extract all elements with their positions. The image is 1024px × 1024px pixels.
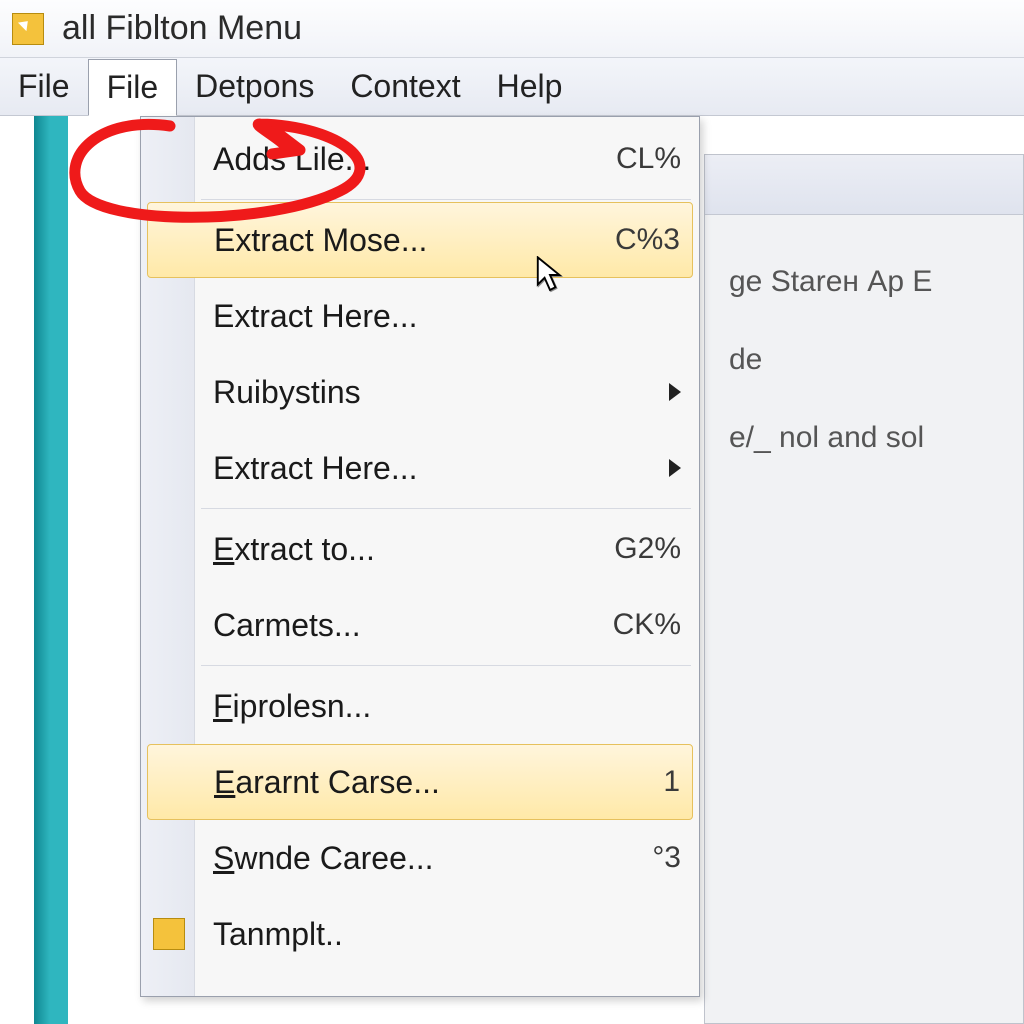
menu-separator	[201, 199, 691, 200]
right-pane-line: ge Stareн Ap E	[729, 243, 1013, 321]
menu-file-2[interactable]: File	[88, 59, 178, 116]
menu-context[interactable]: Context	[332, 58, 478, 115]
menu-help[interactable]: Help	[479, 58, 581, 115]
client-area: ge Stareн Ap E de e/_ nol and sol Adds L…	[68, 116, 1024, 1024]
client-area-wrap: ge Stareн Ap E de e/_ nol and sol Adds L…	[34, 116, 1024, 1024]
right-pane-line: e/_ nol and sol	[729, 399, 1013, 477]
app-icon	[12, 13, 44, 45]
menubar: File File Detpons Context Help	[0, 58, 1024, 116]
menu-item-extract-here-2[interactable]: Extract Here...	[143, 430, 697, 506]
menu-item-eararnt-carse[interactable]: Eararnt Carse... 1	[147, 744, 693, 820]
menu-item-swnde-caree[interactable]: Swnde Caree... °3	[143, 820, 697, 896]
menu-separator	[201, 508, 691, 509]
menu-item-icon	[153, 918, 185, 950]
window-title: all Fiblton Menu	[62, 9, 302, 48]
menu-item-fiprolesn[interactable]: Fiprolesn...	[143, 668, 697, 744]
menu-item-carmets[interactable]: Carmets... CK%	[143, 587, 697, 663]
right-pane: ge Stareн Ap E de e/_ nol and sol	[704, 154, 1024, 1024]
app-window: all Fiblton Menu File File Detpons Conte…	[0, 0, 1024, 1024]
menu-item-adds-file[interactable]: Adds Lile... CL%	[143, 121, 697, 197]
right-pane-header	[705, 155, 1023, 215]
menu-separator	[201, 665, 691, 666]
submenu-arrow-icon	[669, 459, 681, 477]
titlebar: all Fiblton Menu	[0, 0, 1024, 58]
menu-detpons[interactable]: Detpons	[177, 58, 332, 115]
menu-file-1[interactable]: File	[0, 58, 88, 115]
menu-item-tanmplt[interactable]: Tanmplt..	[143, 896, 697, 972]
menu-item-extract-here-1[interactable]: Extract Here...	[143, 278, 697, 354]
menu-item-extract-to[interactable]: Extract to... G2%	[143, 511, 697, 587]
file-dropdown-menu: Adds Lile... CL% Extract Mose... C%3 Ext…	[140, 116, 700, 997]
menu-item-extract-mose[interactable]: Extract Mose... C%3	[147, 202, 693, 278]
submenu-arrow-icon	[669, 383, 681, 401]
right-pane-line: de	[729, 321, 1013, 399]
menu-item-ruibystins[interactable]: Ruibystins	[143, 354, 697, 430]
right-pane-body: ge Stareн Ap E de e/_ nol and sol	[705, 215, 1023, 487]
